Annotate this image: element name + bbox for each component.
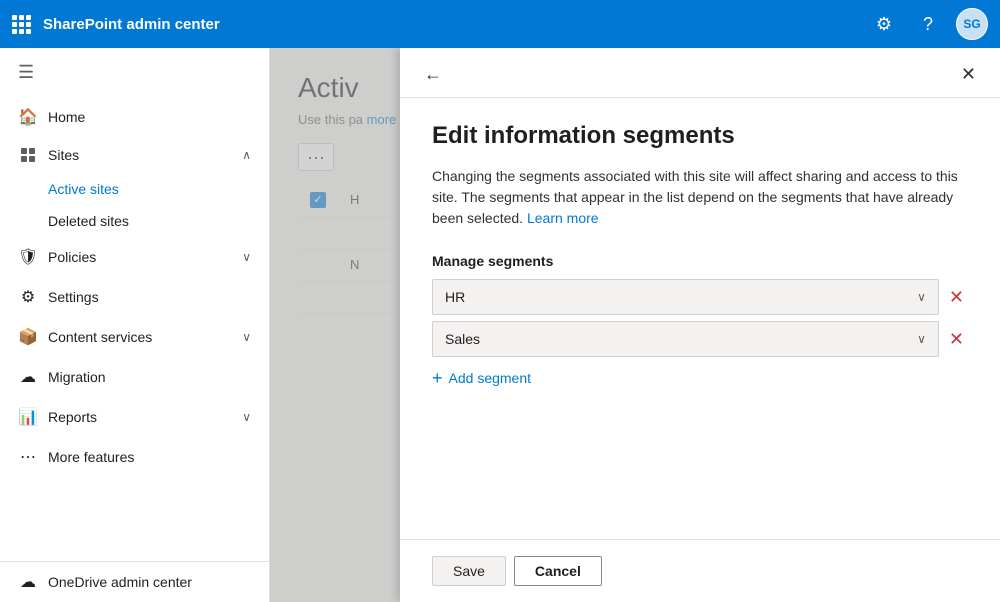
save-button[interactable]: Save xyxy=(432,556,506,586)
sidebar-settings-label: Settings xyxy=(48,289,251,305)
segment-sales-chevron-icon: ∨ xyxy=(917,332,926,346)
sidebar-item-migration[interactable]: ☁ Migration xyxy=(0,357,269,397)
app-title: SharePoint admin center xyxy=(43,16,856,33)
reports-icon: 📊 xyxy=(18,407,38,427)
panel-title: Edit information segments xyxy=(432,122,968,150)
sidebar-bottom: ☁ OneDrive admin center xyxy=(0,561,269,602)
deleted-sites-label: Deleted sites xyxy=(48,213,129,229)
more-features-icon: ⋯ xyxy=(18,447,38,467)
layout: ☰ 🏠 Home Sites ∧ Active sites xyxy=(0,48,1000,602)
segment-hr-select[interactable]: HR ∨ xyxy=(432,279,939,315)
policies-icon: 🛡 xyxy=(18,247,38,267)
active-sites-label: Active sites xyxy=(48,181,119,197)
segment-sales-value: Sales xyxy=(445,331,480,347)
sites-chevron-icon: ∧ xyxy=(242,148,251,162)
sidebar-item-policies[interactable]: 🛡 Policies ∨ xyxy=(0,237,269,277)
home-icon: 🏠 xyxy=(18,107,38,127)
sites-sub-menu: Active sites Deleted sites xyxy=(0,173,269,237)
avatar[interactable]: SG xyxy=(956,8,988,40)
waffle-icon[interactable] xyxy=(12,15,31,34)
sidebar-item-label: Home xyxy=(48,109,251,125)
sidebar-more-features-label: More features xyxy=(48,449,251,465)
help-icon[interactable]: ? xyxy=(912,8,944,40)
add-segment-label: Add segment xyxy=(449,370,532,386)
panel-footer: Save Cancel xyxy=(400,539,1000,602)
sidebar-item-onedrive[interactable]: ☁ OneDrive admin center xyxy=(0,562,269,602)
panel-header: ← ✕ xyxy=(400,48,1000,98)
sidebar-migration-label: Migration xyxy=(48,369,251,385)
add-segment-button[interactable]: + Add segment xyxy=(432,363,531,393)
settings-icon[interactable]: ⚙ xyxy=(868,8,900,40)
panel-body: Edit information segments Changing the s… xyxy=(400,98,1000,539)
content-services-icon: 📦 xyxy=(18,327,38,347)
sidebar-item-active-sites[interactable]: Active sites xyxy=(48,173,269,205)
migration-icon: ☁ xyxy=(18,367,38,387)
sidebar-reports-label: Reports xyxy=(48,409,232,425)
policies-chevron-icon: ∨ xyxy=(242,250,251,264)
sidebar-item-deleted-sites[interactable]: Deleted sites xyxy=(48,205,269,237)
sidebar-item-more-features[interactable]: ⋯ More features xyxy=(0,437,269,477)
segment-hr-value: HR xyxy=(445,289,465,305)
cancel-button[interactable]: Cancel xyxy=(514,556,602,586)
main-content: Activ Use this pa more ··· ✓ H H m xyxy=(270,48,1000,602)
topbar: SharePoint admin center ⚙ ? SG xyxy=(0,0,1000,48)
add-icon: + xyxy=(432,369,443,387)
sidebar-item-settings[interactable]: ⚙ Settings xyxy=(0,277,269,317)
sidebar-policies-label: Policies xyxy=(48,249,232,265)
hamburger-button[interactable]: ☰ xyxy=(0,48,269,97)
sidebar-item-content-services[interactable]: 📦 Content services ∨ xyxy=(0,317,269,357)
panel-back-button[interactable]: ← xyxy=(420,60,446,89)
sidebar-sites-label: Sites xyxy=(48,147,232,163)
sidebar-item-home[interactable]: 🏠 Home xyxy=(0,97,269,137)
segment-row-sales: Sales ∨ ✕ xyxy=(432,321,968,357)
panel-description: Changing the segments associated with th… xyxy=(432,166,968,229)
segment-sales-select[interactable]: Sales ∨ xyxy=(432,321,939,357)
segment-hr-chevron-icon: ∨ xyxy=(917,290,926,304)
sidebar-onedrive-label: OneDrive admin center xyxy=(48,574,251,590)
sidebar-content-services-label: Content services xyxy=(48,329,232,345)
sites-icon xyxy=(18,147,38,163)
edit-information-segments-panel: ← ✕ Edit information segments Changing t… xyxy=(400,48,1000,602)
content-services-chevron-icon: ∨ xyxy=(242,330,251,344)
panel-close-button[interactable]: ✕ xyxy=(957,60,980,89)
segment-sales-remove-button[interactable]: ✕ xyxy=(945,325,968,354)
sidebar: ☰ 🏠 Home Sites ∧ Active sites xyxy=(0,48,270,602)
onedrive-icon: ☁ xyxy=(18,572,38,592)
settings-nav-icon: ⚙ xyxy=(18,287,38,307)
learn-more-link[interactable]: Learn more xyxy=(527,210,599,226)
sidebar-item-sites[interactable]: Sites ∧ xyxy=(0,137,269,173)
segment-row-hr: HR ∨ ✕ xyxy=(432,279,968,315)
manage-segments-title: Manage segments xyxy=(432,253,968,269)
reports-chevron-icon: ∨ xyxy=(242,410,251,424)
segment-hr-remove-button[interactable]: ✕ xyxy=(945,283,968,312)
sidebar-item-reports[interactable]: 📊 Reports ∨ xyxy=(0,397,269,437)
